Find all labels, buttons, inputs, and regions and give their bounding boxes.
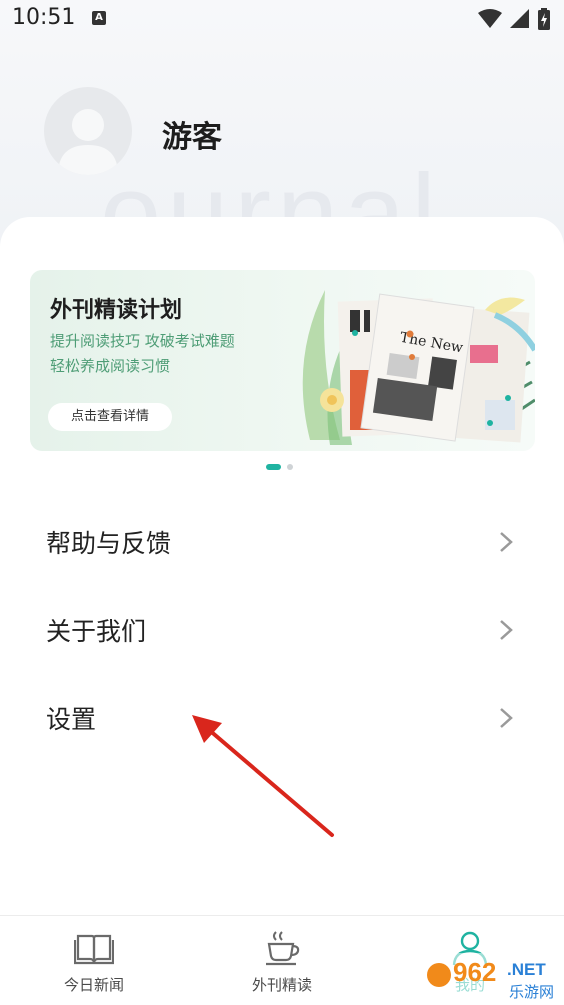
chevron-right-icon [500, 532, 513, 552]
annotation-arrow-icon [192, 715, 334, 837]
nav-label: 外刊精读 [251, 976, 312, 994]
promo-banner[interactable]: 外刊精读计划 提升阅读技巧 攻破考试难题 轻松养成阅读习惯 点击查看详情 The… [30, 270, 535, 451]
status-bar: 10:51 A [0, 0, 564, 40]
menu-item-label: 设置 [46, 705, 97, 734]
watermark-cn: 乐游网 [509, 983, 554, 1001]
chevron-right-icon [500, 620, 513, 640]
nav-label: 今日新闻 [63, 976, 124, 994]
pager-dot-active[interactable] [266, 464, 281, 470]
view-details-button[interactable]: 点击查看详情 [48, 403, 172, 431]
banner-pager[interactable] [266, 464, 293, 470]
username[interactable]: 游客 [162, 112, 222, 156]
watermark-number: 962 [453, 957, 496, 987]
nav-tab-intensive-reading[interactable]: 外刊精读 [188, 916, 376, 1005]
menu-item-help-feedback[interactable]: 帮助与反馈 [0, 512, 564, 572]
menu-item-label: 关于我们 [46, 617, 147, 646]
chevron-right-icon [500, 708, 513, 728]
book-icon [74, 934, 114, 965]
banner-subtitle-2: 轻松养成阅读习惯 [50, 357, 171, 375]
site-watermark-logo: 962 .NET 乐游网 [425, 953, 564, 1004]
nav-tab-today-news[interactable]: 今日新闻 [0, 916, 188, 1005]
notification-icon: A [92, 11, 106, 25]
banner-title: 外刊精读计划 [50, 298, 183, 323]
menu-item-label: 帮助与反馈 [46, 529, 172, 558]
signal-icon [510, 9, 529, 28]
avatar[interactable] [44, 87, 132, 175]
watermark-suffix: .NET [507, 960, 546, 979]
coffee-cup-icon [266, 931, 300, 966]
menu-item-about-us[interactable]: 关于我们 [0, 600, 564, 660]
default-avatar-icon [58, 109, 118, 175]
banner-subtitle: 提升阅读技巧 攻破考试难题 [50, 332, 235, 350]
pager-dot[interactable] [287, 464, 293, 470]
status-time: 10:51 [12, 5, 76, 30]
status-icons [478, 8, 550, 30]
wifi-icon [478, 9, 502, 28]
newspaper-illustration: The New [302, 290, 535, 445]
battery-charging-icon [538, 8, 550, 30]
